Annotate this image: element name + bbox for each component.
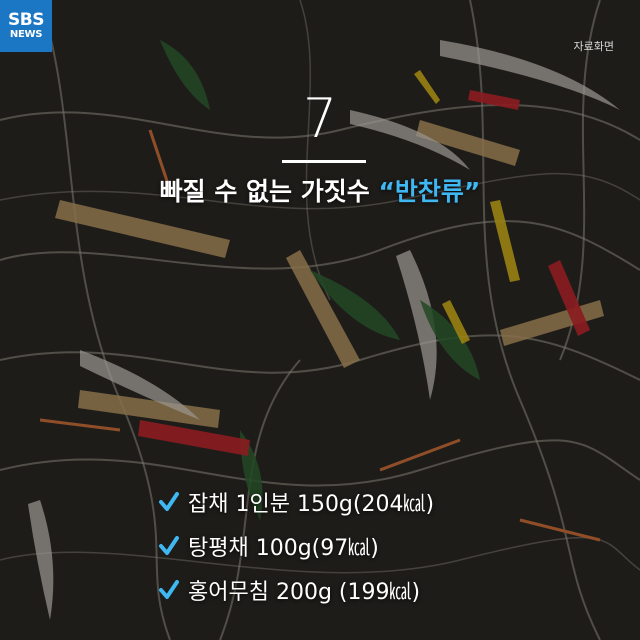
source-label: 자료화면 xyxy=(573,40,614,53)
slide-number: 7 xyxy=(302,87,338,150)
check-icon xyxy=(159,492,179,511)
list-item: 홍어무침 200g (199㎉) xyxy=(158,568,434,612)
check-icon xyxy=(159,580,179,599)
list-item: 탕평채 100g(97㎉) xyxy=(158,524,434,568)
divider xyxy=(282,160,366,163)
list-item-text: 잡채 1인분 150g(204㎉) xyxy=(188,492,435,517)
list-item: 잡채 1인분 150g(204㎉) xyxy=(158,480,434,524)
headline-highlight: “반찬류” xyxy=(378,177,481,206)
list-item-text: 탕평채 100g(97㎉) xyxy=(188,536,379,561)
list-item-text: 홍어무침 200g (199㎉) xyxy=(188,580,421,605)
check-icon xyxy=(159,536,179,555)
sbs-news-logo: SBS NEWS xyxy=(0,0,52,52)
calorie-list: 잡채 1인분 150g(204㎉) 탕평채 100g(97㎉) 홍어무침 200… xyxy=(158,480,434,612)
headline: 빠질 수 없는 가짓수 “반찬류” xyxy=(0,172,640,208)
headline-main: 빠질 수 없는 가짓수 xyxy=(159,177,379,206)
